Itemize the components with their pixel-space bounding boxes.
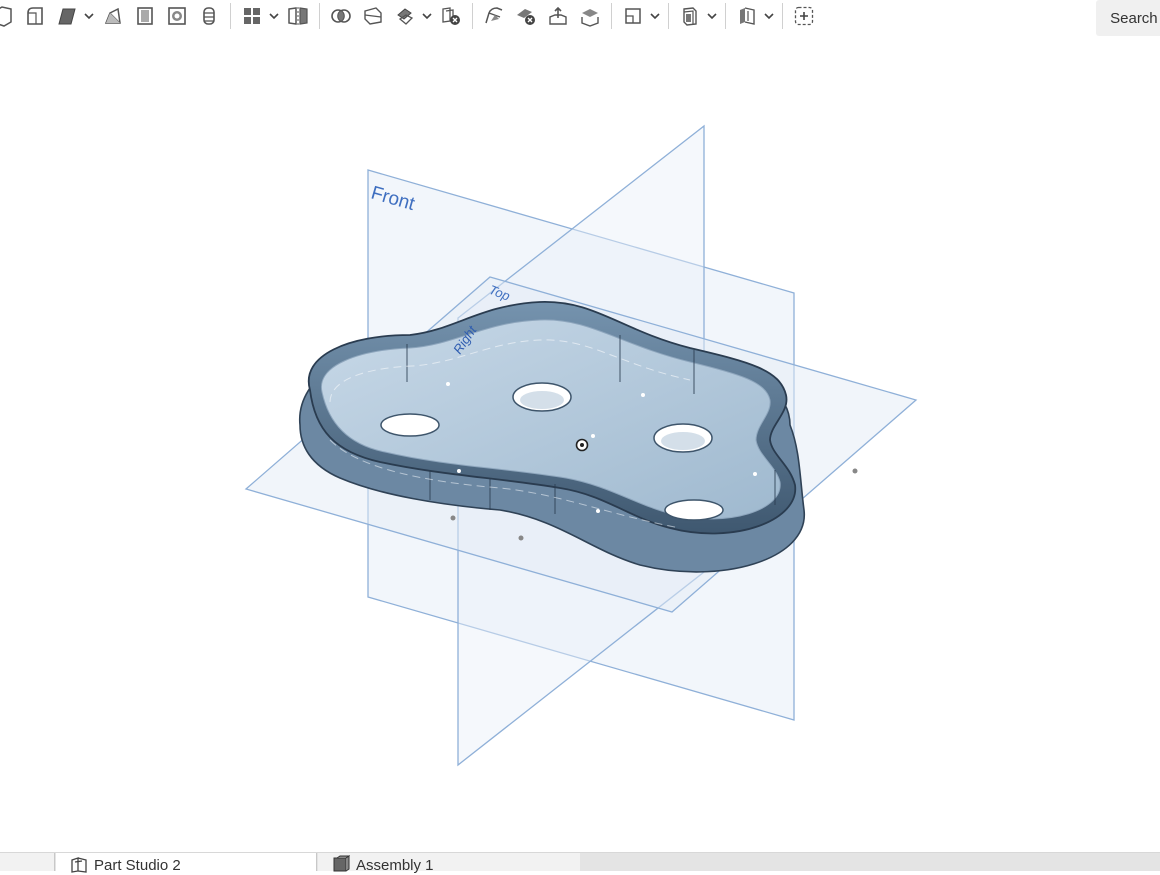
tab-bar: Part Studio 2 Assembly 1	[0, 852, 1160, 874]
part-studio-icon	[71, 857, 87, 873]
hole-feature[interactable]	[380, 413, 440, 437]
thread-icon[interactable]	[196, 3, 222, 29]
viewport-canvas[interactable]: Front Top Right	[0, 32, 1160, 852]
toolbar-divider	[230, 3, 231, 29]
toolbar-divider	[611, 3, 612, 29]
tab-part-studio-2[interactable]: Part Studio 2	[56, 853, 317, 874]
search-tools-label: Search t	[1110, 9, 1160, 27]
chevron-down-icon[interactable]	[649, 3, 661, 29]
toolbar-divider	[725, 3, 726, 29]
modify-fillet-icon[interactable]	[481, 3, 507, 29]
graphics-viewport[interactable]: Front Top Right	[0, 32, 1160, 852]
mirror-icon[interactable]	[285, 3, 311, 29]
chevron-down-icon[interactable]	[83, 3, 95, 29]
tab-list-toggle[interactable]	[0, 853, 55, 871]
assembly-icon	[333, 855, 350, 872]
move-face-icon[interactable]	[545, 3, 571, 29]
feature-toolbar: Search t	[0, 0, 1160, 36]
extrude-icon[interactable]	[0, 3, 16, 29]
plane-icon[interactable]	[620, 3, 646, 29]
chevron-down-icon[interactable]	[268, 3, 280, 29]
delete-face-icon[interactable]	[513, 3, 539, 29]
toolbar-divider	[782, 3, 783, 29]
hole-feature[interactable]	[512, 382, 572, 412]
chevron-down-icon[interactable]	[706, 3, 718, 29]
replace-face-icon[interactable]	[577, 3, 603, 29]
split-icon[interactable]	[360, 3, 386, 29]
tab-label: Part Studio 2	[94, 857, 181, 874]
search-tools-button[interactable]: Search t	[1096, 0, 1160, 36]
surface-icon[interactable]	[734, 3, 760, 29]
pattern-icon[interactable]	[239, 3, 265, 29]
chevron-down-icon[interactable]	[763, 3, 775, 29]
tab-assembly-1[interactable]: Assembly 1	[318, 853, 580, 874]
shell-icon[interactable]	[132, 3, 158, 29]
sheet-metal-icon[interactable]	[677, 3, 703, 29]
hole-feature[interactable]	[653, 423, 713, 453]
fillet-icon[interactable]	[22, 3, 48, 29]
delete-part-icon[interactable]	[438, 3, 464, 29]
boolean-icon[interactable]	[328, 3, 354, 29]
toolbar-divider	[668, 3, 669, 29]
hole-feature[interactable]	[664, 499, 724, 521]
toolbar-divider	[472, 3, 473, 29]
hole-icon[interactable]	[164, 3, 190, 29]
origin-icon[interactable]	[575, 438, 589, 452]
add-custom-feature-icon[interactable]	[791, 3, 817, 29]
transform-icon[interactable]	[392, 3, 418, 29]
draft-icon[interactable]	[100, 3, 126, 29]
chevron-down-icon[interactable]	[421, 3, 433, 29]
toolbar-divider	[319, 3, 320, 29]
chamfer-icon[interactable]	[54, 3, 80, 29]
tab-label: Assembly 1	[356, 857, 434, 874]
